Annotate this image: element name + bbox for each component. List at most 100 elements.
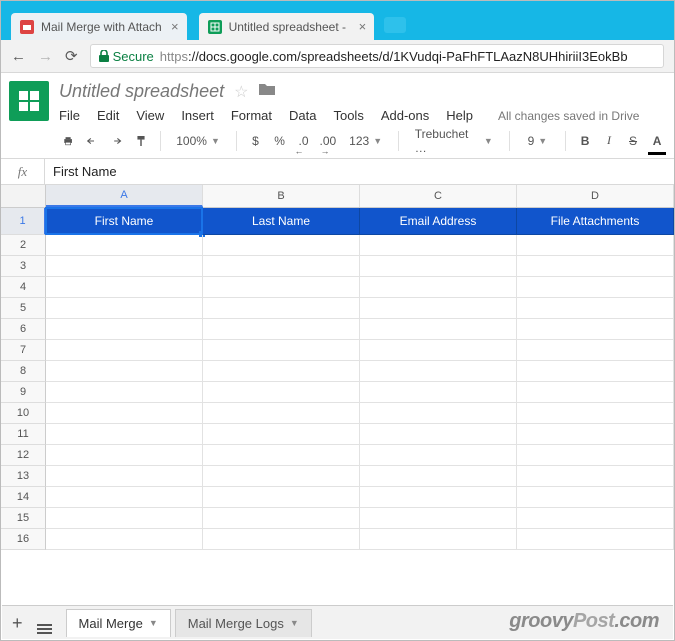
menu-help[interactable]: Help: [446, 108, 473, 123]
sheet-tab[interactable]: Mail Merge▼: [66, 609, 171, 637]
cell[interactable]: [46, 298, 203, 319]
row-header[interactable]: 13: [1, 466, 46, 487]
cell[interactable]: [46, 466, 203, 487]
formula-input[interactable]: First Name: [45, 164, 117, 179]
column-header[interactable]: A: [46, 185, 203, 207]
cell[interactable]: [203, 466, 360, 487]
menu-addons[interactable]: Add-ons: [381, 108, 429, 123]
cell[interactable]: [360, 340, 517, 361]
cell[interactable]: [203, 424, 360, 445]
cell[interactable]: [517, 256, 674, 277]
increase-decimal-button[interactable]: .00→: [319, 129, 338, 153]
header-cell[interactable]: First Name: [46, 208, 203, 235]
row-header[interactable]: 11: [1, 424, 46, 445]
cell[interactable]: [203, 403, 360, 424]
cell[interactable]: [203, 529, 360, 550]
cell[interactable]: [46, 508, 203, 529]
cell[interactable]: [360, 445, 517, 466]
cell[interactable]: [360, 361, 517, 382]
cell[interactable]: [360, 487, 517, 508]
column-header[interactable]: B: [203, 185, 360, 207]
cell[interactable]: [517, 277, 674, 298]
cell[interactable]: [203, 235, 360, 256]
star-icon[interactable]: ☆: [234, 82, 248, 102]
cell[interactable]: [517, 319, 674, 340]
browser-tab-mail-merge[interactable]: Mail Merge with Attachm ×: [11, 13, 187, 40]
cell[interactable]: [203, 445, 360, 466]
text-color-button[interactable]: A: [648, 129, 666, 153]
cell[interactable]: [517, 361, 674, 382]
reload-icon[interactable]: ⟳: [65, 47, 78, 65]
select-all-corner[interactable]: [1, 185, 46, 207]
cell[interactable]: [360, 466, 517, 487]
row-header[interactable]: 14: [1, 487, 46, 508]
cell[interactable]: [46, 529, 203, 550]
document-title[interactable]: Untitled spreadsheet: [59, 81, 224, 102]
cell[interactable]: [46, 340, 203, 361]
cell[interactable]: [46, 382, 203, 403]
italic-button[interactable]: I: [600, 129, 618, 153]
strikethrough-button[interactable]: S: [624, 129, 642, 153]
paint-format-icon[interactable]: [132, 129, 150, 153]
row-header[interactable]: 5: [1, 298, 46, 319]
cell[interactable]: [517, 340, 674, 361]
cell[interactable]: [46, 403, 203, 424]
cell[interactable]: [203, 277, 360, 298]
cell[interactable]: [46, 319, 203, 340]
back-icon[interactable]: ←: [11, 48, 26, 65]
cell[interactable]: [360, 508, 517, 529]
cell[interactable]: [46, 445, 203, 466]
cell[interactable]: [517, 508, 674, 529]
menu-format[interactable]: Format: [231, 108, 272, 123]
menu-insert[interactable]: Insert: [181, 108, 214, 123]
format-currency-button[interactable]: $: [247, 129, 265, 153]
menu-file[interactable]: File: [59, 108, 80, 123]
menu-view[interactable]: View: [136, 108, 164, 123]
cell[interactable]: [46, 277, 203, 298]
folder-icon[interactable]: [258, 82, 276, 101]
row-header[interactable]: 12: [1, 445, 46, 466]
cell[interactable]: [360, 235, 517, 256]
cell[interactable]: [203, 508, 360, 529]
zoom-dropdown[interactable]: 100%▼: [170, 129, 226, 153]
font-size-dropdown[interactable]: 9▼: [519, 129, 555, 153]
forward-icon[interactable]: →: [38, 48, 53, 65]
cell[interactable]: [517, 487, 674, 508]
cell[interactable]: [46, 256, 203, 277]
header-cell[interactable]: File Attachments: [517, 208, 674, 235]
row-header[interactable]: 10: [1, 403, 46, 424]
format-percent-button[interactable]: %: [271, 129, 289, 153]
header-cell[interactable]: Email Address: [360, 208, 517, 235]
cell[interactable]: [517, 235, 674, 256]
cell[interactable]: [360, 382, 517, 403]
sheets-logo-icon[interactable]: [9, 81, 49, 121]
cell[interactable]: [360, 319, 517, 340]
cell[interactable]: [360, 424, 517, 445]
row-header[interactable]: 7: [1, 340, 46, 361]
row-header[interactable]: 2: [1, 235, 46, 256]
cell[interactable]: [517, 382, 674, 403]
add-sheet-button[interactable]: +: [12, 614, 23, 632]
row-header[interactable]: 15: [1, 508, 46, 529]
cell[interactable]: [517, 298, 674, 319]
sheet-tab[interactable]: Mail Merge Logs▼: [175, 609, 312, 637]
cell[interactable]: [360, 529, 517, 550]
row-header[interactable]: 16: [1, 529, 46, 550]
undo-icon[interactable]: [83, 129, 101, 153]
cell[interactable]: [517, 424, 674, 445]
close-icon[interactable]: ×: [171, 20, 179, 33]
more-formats-dropdown[interactable]: 123▼: [343, 129, 388, 153]
cell[interactable]: [360, 403, 517, 424]
cell[interactable]: [46, 487, 203, 508]
cell[interactable]: [360, 256, 517, 277]
all-sheets-button[interactable]: [37, 611, 52, 634]
cell[interactable]: [360, 277, 517, 298]
close-icon[interactable]: ×: [359, 20, 367, 33]
row-header[interactable]: 8: [1, 361, 46, 382]
browser-tab-spreadsheet[interactable]: Untitled spreadsheet - Go ×: [199, 13, 375, 40]
print-icon[interactable]: [59, 129, 77, 153]
new-tab-button[interactable]: [384, 17, 406, 33]
decrease-decimal-button[interactable]: .0←: [295, 129, 313, 153]
cell[interactable]: [203, 382, 360, 403]
column-header[interactable]: C: [360, 185, 517, 207]
